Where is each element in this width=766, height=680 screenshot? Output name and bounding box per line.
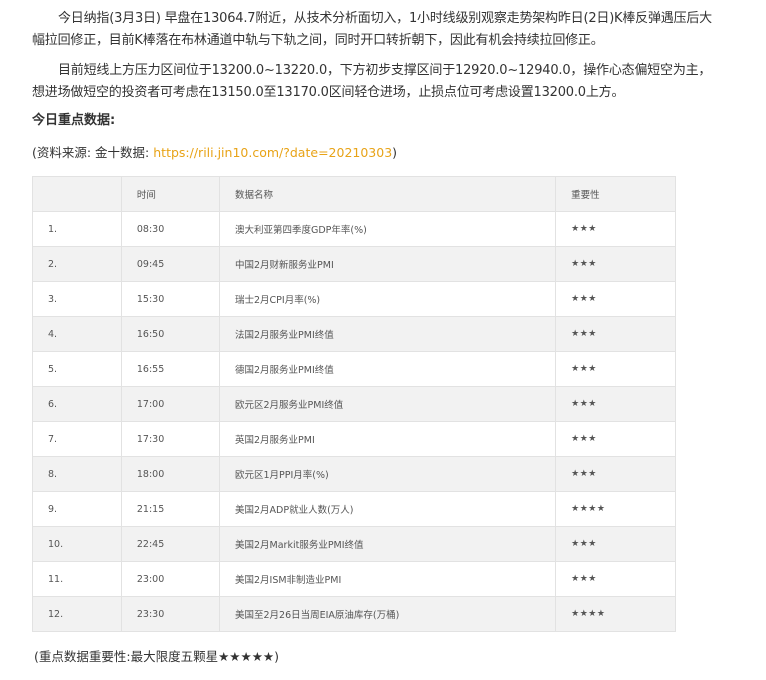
analysis-paragraph-1: 今日纳指(3月3日) 早盘在13064.7附近，从技术分析面切入，1小时线级别观… [32, 11, 712, 48]
row-importance: ★★★ [555, 281, 676, 317]
table-row: 1. 08:30 澳大利亚第四季度GDP年率(%) ★★★ [32, 211, 676, 247]
row-data-name: 欧元区1月PPI月率(%) [218, 456, 557, 492]
table-row: 7. 17:30 英国2月服务业PMI ★★★ [32, 421, 676, 457]
row-data-name: 德国2月服务业PMI终值 [218, 351, 557, 387]
row-importance: ★★★ [555, 386, 676, 422]
row-index: 10. [32, 526, 122, 562]
header-index [32, 176, 122, 212]
row-importance: ★★★ [555, 316, 676, 352]
row-index: 12. [32, 596, 122, 632]
table-row: 11. 23:00 美国2月ISM非制造业PMI ★★★ [32, 561, 676, 597]
table-body: 1. 08:30 澳大利亚第四季度GDP年率(%) ★★★ 2. 09:45 中国2月财新服… [32, 211, 676, 632]
row-time: 08:30 [120, 211, 220, 247]
row-data-name: 美国至2月26日当周EIA原油库存(万桶) [218, 596, 557, 632]
row-importance: ★★★★ [555, 596, 676, 632]
row-time: 16:50 [120, 316, 220, 352]
table-row: 9. 21:15 美国2月ADP就业人数(万人) ★★★★ [32, 491, 676, 527]
row-data-name: 美国2月ADP就业人数(万人) [218, 491, 557, 527]
analysis-paragraph-2: 目前短线上方压力区间位于13200.0~13220.0，下方初步支撑区间于129… [32, 63, 712, 100]
source-prefix: (资料来源: 金十数据: [32, 145, 154, 160]
row-index: 2. [32, 246, 122, 282]
row-time: 09:45 [120, 246, 220, 282]
article-page: 今日纳指(3月3日) 早盘在13064.7附近，从技术分析面切入，1小时线级别观… [0, 0, 766, 680]
row-importance: ★★★ [555, 561, 676, 597]
row-data-name: 法国2月服务业PMI终值 [218, 316, 557, 352]
row-index: 1. [32, 211, 122, 247]
table-row: 8. 18:00 欧元区1月PPI月率(%) ★★★ [32, 456, 676, 492]
row-data-name: 美国2月Markit服务业PMI终值 [218, 526, 557, 562]
row-data-name: 欧元区2月服务业PMI终值 [218, 386, 557, 422]
row-importance: ★★★★ [555, 491, 676, 527]
row-time: 21:15 [120, 491, 220, 527]
row-index: 7. [32, 421, 122, 457]
economic-calendar-table: 时间 数据名称 重要性 1. 08:30 澳大利亚第四季度GDP年率(%) ★★★ 2.… [32, 176, 676, 632]
table-row: 6. 17:00 欧元区2月服务业PMI终值 ★★★ [32, 386, 676, 422]
key-data-heading: 今日重点数据: [32, 113, 116, 128]
table-header-row: 时间 数据名称 重要性 [32, 176, 676, 212]
row-time: 18:00 [120, 456, 220, 492]
source-link[interactable]: https://rili.jin10.com/?date=20210303 [153, 145, 392, 160]
row-time: 17:30 [120, 421, 220, 457]
row-data-name: 中国2月财新服务业PMI [218, 246, 557, 282]
row-importance: ★★★ [555, 421, 676, 457]
header-importance: 重要性 [555, 176, 676, 212]
row-index: 11. [32, 561, 122, 597]
row-importance: ★★★ [555, 526, 676, 562]
row-index: 5. [32, 351, 122, 387]
row-data-name: 瑞士2月CPI月率(%) [218, 281, 557, 317]
row-time: 23:30 [120, 596, 220, 632]
row-index: 6. [32, 386, 122, 422]
row-time: 16:55 [120, 351, 220, 387]
header-data-name: 数据名称 [218, 176, 557, 212]
row-data-name: 澳大利亚第四季度GDP年率(%) [218, 211, 557, 247]
importance-footnote: (重点数据重要性:最大限度五颗星★★★★★) [34, 649, 279, 664]
row-index: 4. [32, 316, 122, 352]
row-index: 3. [32, 281, 122, 317]
data-source-line: (资料来源: 金十数据: https://rili.jin10.com/?dat… [32, 142, 397, 164]
row-importance: ★★★ [555, 211, 676, 247]
row-time: 23:00 [120, 561, 220, 597]
row-importance: ★★★ [555, 246, 676, 282]
row-data-name: 英国2月服务业PMI [218, 421, 557, 457]
row-time: 17:00 [120, 386, 220, 422]
row-importance: ★★★ [555, 351, 676, 387]
table-row: 4. 16:50 法国2月服务业PMI终值 ★★★ [32, 316, 676, 352]
table-row: 2. 09:45 中国2月财新服务业PMI ★★★ [32, 246, 676, 282]
header-time: 时间 [120, 176, 220, 212]
row-time: 15:30 [120, 281, 220, 317]
row-importance: ★★★ [555, 456, 676, 492]
row-index: 9. [32, 491, 122, 527]
table-row: 10. 22:45 美国2月Markit服务业PMI终值 ★★★ [32, 526, 676, 562]
row-data-name: 美国2月ISM非制造业PMI [218, 561, 557, 597]
table-row: 5. 16:55 德国2月服务业PMI终值 ★★★ [32, 351, 676, 387]
table-row: 3. 15:30 瑞士2月CPI月率(%) ★★★ [32, 281, 676, 317]
row-time: 22:45 [120, 526, 220, 562]
source-suffix: ) [392, 145, 398, 160]
table-row: 12. 23:30 美国至2月26日当周EIA原油库存(万桶) ★★★★ [32, 596, 676, 632]
row-index: 8. [32, 456, 122, 492]
